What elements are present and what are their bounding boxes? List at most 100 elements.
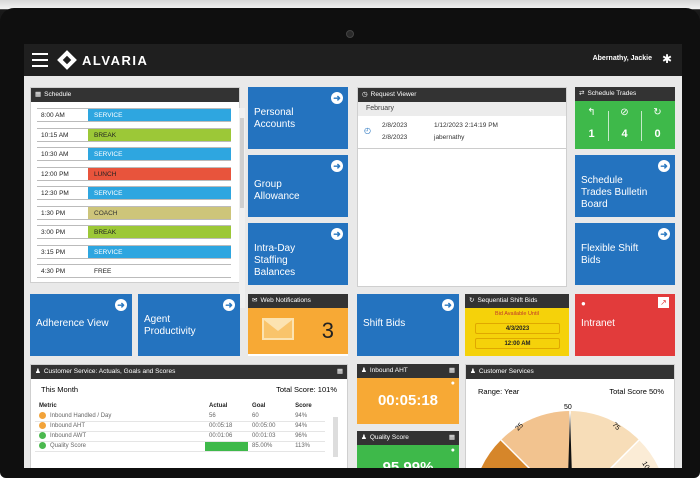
- personal-accounts-label: Personal Accounts: [254, 107, 296, 130]
- trade-offered[interactable]: ↻ 0: [641, 101, 674, 149]
- menu-icon[interactable]: [32, 53, 48, 67]
- calendar-icon[interactable]: ▦: [449, 431, 455, 445]
- schedule-activity: SERVICE: [88, 245, 231, 258]
- schedule-trades-bulletin-label: Schedule Trades Bulletin Board: [581, 175, 648, 210]
- schedule-row[interactable]: 4:30 PM FREE: [37, 264, 231, 278]
- schedule-activity: SERVICE: [88, 187, 231, 199]
- schedule-time: 10:30 AM: [41, 151, 69, 158]
- alvaria-logo-icon: [57, 50, 77, 70]
- schedule-row[interactable]: 3:00 PM BREAK: [37, 225, 231, 239]
- schedule-row[interactable]: 3:15 PM SERVICE: [37, 244, 231, 259]
- calendar-icon[interactable]: ▦: [449, 364, 455, 378]
- schedule-activity: BREAK: [88, 226, 231, 238]
- cycle-icon: ↻: [469, 297, 475, 304]
- inbound-aht-panel[interactable]: ♟ Inbound AHT ▦ ● 00:05:18: [357, 364, 459, 424]
- web-notifications-header: ✉ Web Notifications: [248, 294, 348, 308]
- arrow-right-icon: ➜: [223, 299, 235, 311]
- customer-service-header: ♟ Customer Service: Actuals, Goals and Sc…: [31, 365, 347, 379]
- intranet-tile[interactable]: ● ↗ Intranet: [575, 294, 675, 356]
- quality-score-body: ● 95.99%: [357, 445, 459, 468]
- schedule-trades-body: ↰ 1 ⊘ 4 ↻ 0: [575, 101, 675, 149]
- schedule-row[interactable]: 12:00 PM LUNCH: [37, 166, 231, 181]
- customer-services-panel: ♟ Customer Services Range: Year Total Sco…: [465, 364, 675, 468]
- schedule-scroll-thumb[interactable]: [240, 118, 244, 208]
- bid-time: 12:00 AM: [475, 338, 560, 349]
- agent-productivity-tile[interactable]: ➜ Agent Productivity: [138, 294, 240, 356]
- adherence-view-tile[interactable]: ➜ Adherence View: [30, 294, 132, 356]
- schedule-trades-title: Schedule Trades: [587, 90, 637, 97]
- goal-cell: 60: [252, 412, 259, 419]
- large-envelope-icon: [262, 318, 294, 340]
- table-row[interactable]: Inbound Handled / Day 56 60 94%: [35, 411, 325, 421]
- flexible-shift-bids-label: Flexible Shift Bids: [581, 243, 639, 266]
- cs-scrollbar[interactable]: [333, 417, 338, 457]
- actual-cell: 56: [209, 412, 216, 419]
- schedule-time: 8:00 AM: [41, 112, 65, 119]
- flexible-shift-bids-tile[interactable]: ➜ Flexible Shift Bids: [575, 223, 675, 285]
- request-divider: [358, 148, 566, 149]
- bid-date: 4/3/2023: [475, 323, 560, 334]
- schedule-time: 1:30 PM: [41, 209, 66, 217]
- shift-bids-label: Shift Bids: [363, 318, 406, 329]
- table-row[interactable]: Inbound AHT 00:05:18 00:05:00 94%: [35, 421, 325, 431]
- notification-count: 3: [321, 318, 334, 343]
- score-cell: 113%: [295, 443, 310, 449]
- schedule-row[interactable]: 10:15 AM BREAK: [37, 127, 231, 142]
- request-timestamp: 1/12/2023 2:14:19 PM: [434, 122, 498, 129]
- schedule-row[interactable]: 1:30 PM COACH: [37, 205, 231, 220]
- personal-accounts-tile[interactable]: ➜ Personal Accounts: [248, 87, 348, 149]
- schedule-time: 4:30 PM: [41, 268, 66, 275]
- table-row[interactable]: Quality Score 85.00% 113%: [35, 441, 325, 451]
- camera-icon: [346, 30, 354, 38]
- quality-score-panel[interactable]: ♟ Quality Score ▦ ● 95.99%: [357, 431, 459, 468]
- schedule-row[interactable]: 12:30 PM SERVICE: [37, 186, 231, 200]
- schedule-trades-bulletin-tile[interactable]: ➜ Schedule Trades Bulletin Board: [575, 155, 675, 217]
- person-icon: ♟: [470, 368, 476, 375]
- trade-pending[interactable]: ↰ 1: [575, 101, 608, 149]
- group-allowance-tile[interactable]: ➜ Group Allowance: [248, 155, 348, 217]
- metric-cell: Quality Score: [35, 441, 205, 451]
- trade-approved[interactable]: ⊘ 4: [608, 101, 641, 149]
- score-cell: 96%: [295, 433, 308, 439]
- gear-icon[interactable]: ✱: [662, 52, 672, 66]
- user-name[interactable]: Abernathy, Jackie: [593, 55, 652, 62]
- status-dot-icon: [39, 442, 46, 450]
- cs-range: Range: Year: [478, 387, 520, 396]
- schedule-trades-panel: ⇄ Schedule Trades ↰ 1 ⊘ 4 ↻ 0: [575, 87, 675, 149]
- table-row[interactable]: Inbound AWT 00:01:06 00:01:03 96%: [35, 431, 325, 441]
- status-dot-icon: [39, 412, 46, 420]
- customer-service-panel: ♟ Customer Service: Actuals, Goals and Sc…: [30, 364, 348, 468]
- top-bar: ALVARIA Abernathy, Jackie ✱: [24, 44, 682, 76]
- inbound-aht-value: 00:05:18: [377, 392, 439, 409]
- request-start-date: 2/8/2023: [382, 122, 408, 129]
- schedule-row[interactable]: 8:00 AM SERVICE: [37, 108, 231, 122]
- customer-services-title: Customer Services: [478, 368, 534, 375]
- web-notifications-panel[interactable]: ✉ Web Notifications 3: [248, 294, 348, 356]
- web-notifications-body: 3: [248, 308, 348, 354]
- shift-bids-tile[interactable]: ➜ Shift Bids: [357, 294, 459, 356]
- calendar-icon[interactable]: ▦: [337, 365, 343, 379]
- schedule-time: 12:00 PM: [41, 170, 69, 178]
- agent-productivity-label: Agent Productivity: [144, 314, 196, 337]
- actual-cell: 00:01:06: [209, 433, 233, 439]
- score-cell: 94%: [295, 412, 308, 419]
- person-icon: ♟: [361, 434, 367, 441]
- app-screen: ALVARIA Abernathy, Jackie ✱ ▦ Schedule 8:…: [24, 44, 682, 468]
- status-dot-icon: [39, 422, 46, 430]
- inbound-aht-title: Inbound AHT: [369, 367, 408, 374]
- sequential-shift-bids-panel[interactable]: ↻ Sequential Shift Bids Bid Available Unt…: [465, 294, 569, 356]
- schedule-time: 3:00 PM: [41, 229, 66, 236]
- schedule-row[interactable]: 10:30 AM SERVICE: [37, 147, 231, 161]
- arrow-right-icon: ➜: [331, 160, 343, 172]
- actual-cell: 00:05:18: [209, 423, 233, 429]
- sequential-shift-bids-body: Bid Available Until 4/3/2023 12:00 AM: [465, 308, 569, 356]
- info-icon: ◴: [364, 126, 371, 135]
- sequential-shift-bids-header: ↻ Sequential Shift Bids: [465, 294, 569, 308]
- person-icon: ♟: [35, 368, 41, 375]
- metric-label: Inbound AWT: [50, 433, 87, 440]
- intraday-staffing-tile[interactable]: ➜ Intra-Day Staffing Balances: [248, 223, 348, 285]
- schedule-activity: SERVICE: [88, 148, 231, 160]
- schedule-time: 12:30 PM: [41, 190, 69, 197]
- goal-cell: 00:05:00: [252, 423, 276, 429]
- metric-cell: Inbound AWT: [35, 431, 205, 441]
